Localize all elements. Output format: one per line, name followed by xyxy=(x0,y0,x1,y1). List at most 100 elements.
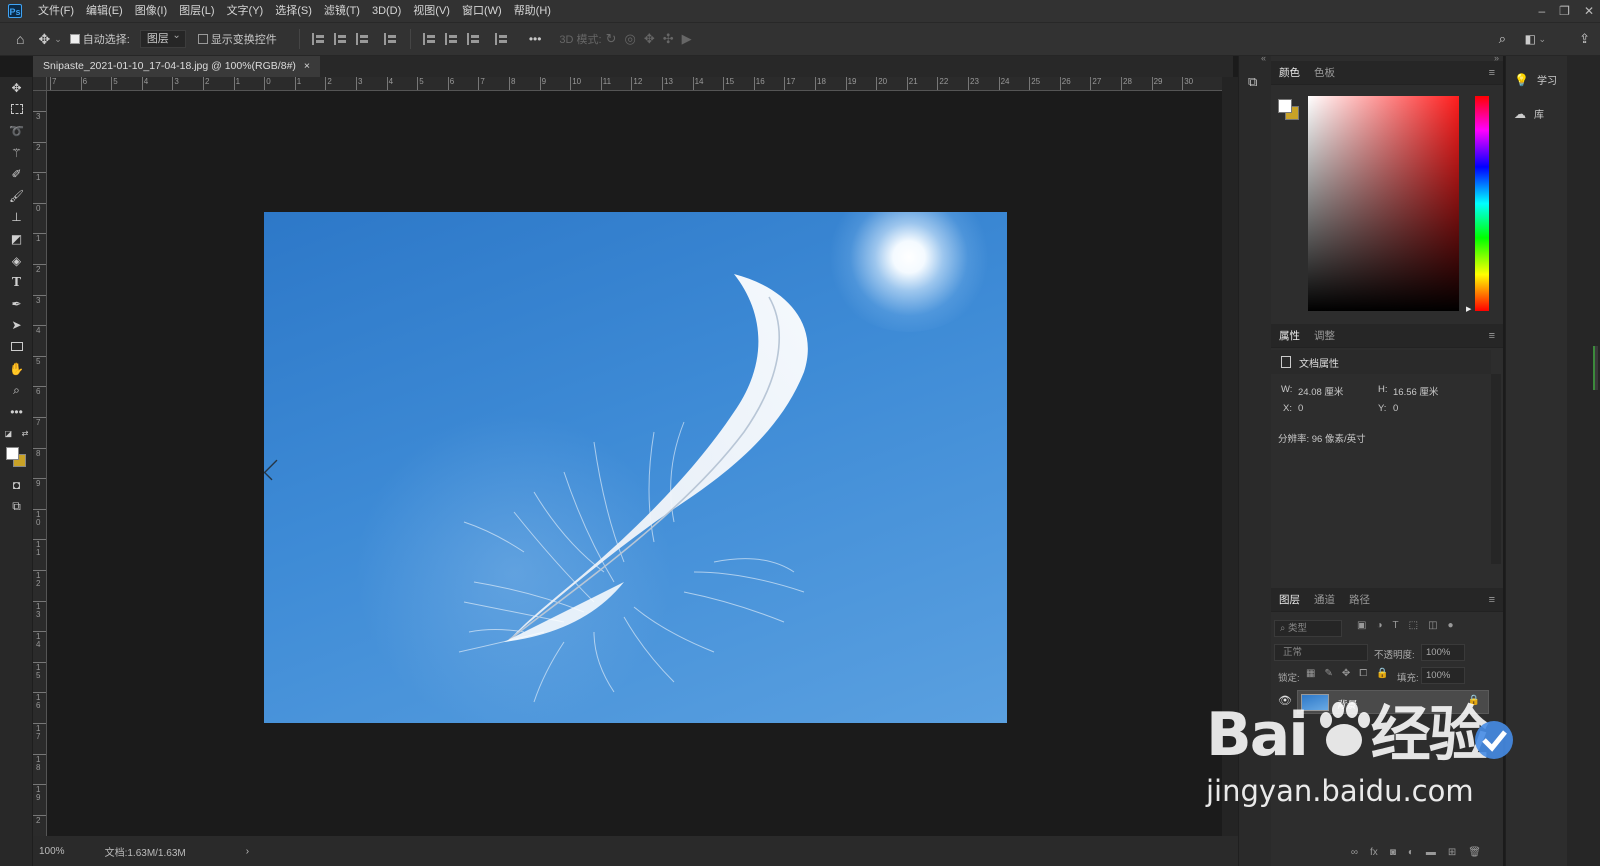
menu-item-10[interactable]: 帮助(H) xyxy=(508,0,557,22)
filter-smart-object-icon[interactable]: ◫ xyxy=(1428,620,1437,631)
screen-mode-button[interactable]: ⧉ xyxy=(0,496,33,518)
tab-channels[interactable]: 通道 xyxy=(1314,592,1335,607)
tab-adjustments[interactable]: 调整 xyxy=(1314,328,1335,343)
menu-item-0[interactable]: 文件(F) xyxy=(32,0,80,22)
filter-toggle-icon[interactable]: ● xyxy=(1448,620,1454,631)
lock-artboard-icon[interactable]: ⧠ xyxy=(1359,668,1367,679)
restore-icon[interactable]: ❐ xyxy=(1559,4,1570,18)
brush-tool-button[interactable]: 🖌 xyxy=(0,185,33,207)
status-menu-arrow[interactable]: › xyxy=(246,846,249,857)
new-layer-icon[interactable]: ⊞ xyxy=(1448,847,1456,858)
document-tab[interactable]: Snipaste_2021-01-10_17-04-18.jpg @ 100%(… xyxy=(33,56,321,77)
hue-slider[interactable] xyxy=(1475,96,1489,311)
paint-bucket-tool-button[interactable]: ◈ xyxy=(0,250,33,272)
filter-adjustment-icon[interactable]: ◑ xyxy=(1376,620,1382,631)
library-button[interactable]: ☁ 库 xyxy=(1514,106,1544,122)
filter-pixel-icon[interactable]: ▣ xyxy=(1357,620,1366,631)
workspace-dropdown-icon[interactable]: ⌄ xyxy=(1538,34,1546,45)
lock-transparent-icon[interactable]: ▦ xyxy=(1306,668,1315,679)
vertical-scrollbar[interactable] xyxy=(1222,77,1238,836)
edge-scroll-indicator[interactable] xyxy=(1593,346,1598,390)
close-window-icon[interactable]: ✕ xyxy=(1584,4,1594,18)
stamp-tool-button[interactable]: ⊥ xyxy=(0,207,33,229)
layer-name[interactable]: 背景 xyxy=(1336,696,1356,711)
align-left-icon[interactable] xyxy=(311,33,326,45)
menu-item-6[interactable]: 滤镜(T) xyxy=(318,0,366,22)
tab-paths[interactable]: 路径 xyxy=(1349,592,1370,607)
share-icon[interactable]: ⇪ xyxy=(1579,31,1590,47)
search-icon[interactable]: ⌕ xyxy=(1499,31,1506,47)
menu-item-5[interactable]: 选择(S) xyxy=(269,0,318,22)
hand-tool-button[interactable]: ✋ xyxy=(0,358,33,380)
zoom-level[interactable]: 100% xyxy=(39,846,65,857)
height-value[interactable]: 16.56 厘米 xyxy=(1393,384,1438,398)
opacity-input[interactable]: 100% xyxy=(1421,644,1465,661)
home-icon[interactable]: ⌂ xyxy=(16,31,24,47)
color-swatches[interactable] xyxy=(0,444,33,474)
canvas-area[interactable] xyxy=(47,91,1222,836)
magic-wand-tool-button[interactable]: ⚚ xyxy=(0,142,33,164)
show-transform-checkbox[interactable]: 显示变换控件 xyxy=(197,31,277,47)
properties-scrollbar[interactable] xyxy=(1491,374,1501,564)
pen-tool-button[interactable]: ✒ xyxy=(0,293,33,315)
panel-foreground-swatch[interactable] xyxy=(1278,99,1292,113)
align-middle-icon[interactable] xyxy=(444,33,459,45)
menu-item-7[interactable]: 3D(D) xyxy=(366,0,407,22)
more-options-button[interactable]: ••• xyxy=(529,32,542,46)
lock-pixels-icon[interactable]: ✎ xyxy=(1324,668,1332,679)
menu-item-3[interactable]: 图层(L) xyxy=(173,0,220,22)
add-mask-icon[interactable]: ◙ xyxy=(1390,847,1396,858)
color-picker-field[interactable] xyxy=(1308,96,1459,311)
swap-colors-button[interactable]: ◪ ⇄ xyxy=(0,423,33,445)
align-right-icon[interactable] xyxy=(355,33,370,45)
close-tab-icon[interactable]: × xyxy=(304,56,310,77)
marquee-tool-button[interactable] xyxy=(0,99,33,121)
blend-mode-select[interactable]: 正常 xyxy=(1274,644,1368,661)
lock-position-icon[interactable]: ✥ xyxy=(1342,668,1350,679)
eraser-tool-button[interactable]: ◩ xyxy=(0,228,33,250)
filter-type-icon[interactable]: T xyxy=(1393,620,1399,631)
edit-toolbar-button[interactable]: ••• xyxy=(0,401,33,423)
align-top-icon[interactable] xyxy=(422,33,437,45)
menu-item-8[interactable]: 视图(V) xyxy=(407,0,456,22)
link-layers-icon[interactable]: ∞ xyxy=(1351,847,1358,858)
distribute-v-icon[interactable] xyxy=(383,33,398,45)
new-group-icon[interactable]: ▬ xyxy=(1426,847,1436,858)
layer-row-background[interactable]: 背景 🔒 xyxy=(1297,690,1489,714)
width-value[interactable]: 24.08 厘米 xyxy=(1298,384,1343,398)
crop-tool-button[interactable]: ✐ xyxy=(0,163,33,185)
tab-layers[interactable]: 图层 xyxy=(1279,592,1300,607)
rectangle-tool-button[interactable] xyxy=(0,336,33,358)
lock-all-icon[interactable]: 🔒 xyxy=(1376,668,1388,679)
menu-item-1[interactable]: 编辑(E) xyxy=(80,0,129,22)
menu-item-9[interactable]: 窗口(W) xyxy=(456,0,508,22)
auto-select-target-select[interactable]: 图层 xyxy=(139,28,186,48)
layer-style-icon[interactable]: fx xyxy=(1370,847,1378,858)
history-panel-icon[interactable]: ⧉ xyxy=(1248,74,1257,90)
foreground-color-swatch[interactable] xyxy=(6,447,19,461)
tab-color[interactable]: 颜色 xyxy=(1279,65,1300,80)
path-selection-tool-button[interactable]: ➤ xyxy=(0,315,33,337)
align-center-h-icon[interactable] xyxy=(333,33,348,45)
learn-button[interactable]: 💡 学习 xyxy=(1514,72,1557,88)
filter-shape-icon[interactable]: ⬚ xyxy=(1409,620,1418,631)
fill-input[interactable]: 100% xyxy=(1421,667,1465,684)
collapse-left-arrows-icon[interactable]: « xyxy=(1261,53,1266,63)
lasso-tool-button[interactable]: ➰ xyxy=(0,120,33,142)
align-bottom-icon[interactable] xyxy=(466,33,481,45)
quick-mask-button[interactable]: ◘ xyxy=(0,474,33,496)
move-tool-icon[interactable]: ✥ xyxy=(38,31,50,48)
zoom-tool-button[interactable]: ⌕ xyxy=(0,379,33,401)
layers-panel-menu-icon[interactable]: ≡ xyxy=(1489,594,1495,606)
color-panel-menu-icon[interactable]: ≡ xyxy=(1489,67,1495,79)
x-value[interactable]: 0 xyxy=(1298,403,1303,414)
tool-preset-dropdown-icon[interactable]: ⌄ xyxy=(54,34,62,45)
delete-layer-icon[interactable]: 🗑 xyxy=(1468,847,1481,858)
workspace-icon[interactable]: ◧ xyxy=(1525,32,1536,46)
auto-select-checkbox[interactable]: 自动选择: xyxy=(69,31,130,47)
move-tool-button[interactable]: ✥ xyxy=(0,77,33,99)
type-tool-button[interactable]: T xyxy=(0,271,33,293)
menu-item-2[interactable]: 图像(I) xyxy=(129,0,173,22)
properties-panel-menu-icon[interactable]: ≡ xyxy=(1489,330,1495,342)
tab-swatches[interactable]: 色板 xyxy=(1314,65,1335,80)
